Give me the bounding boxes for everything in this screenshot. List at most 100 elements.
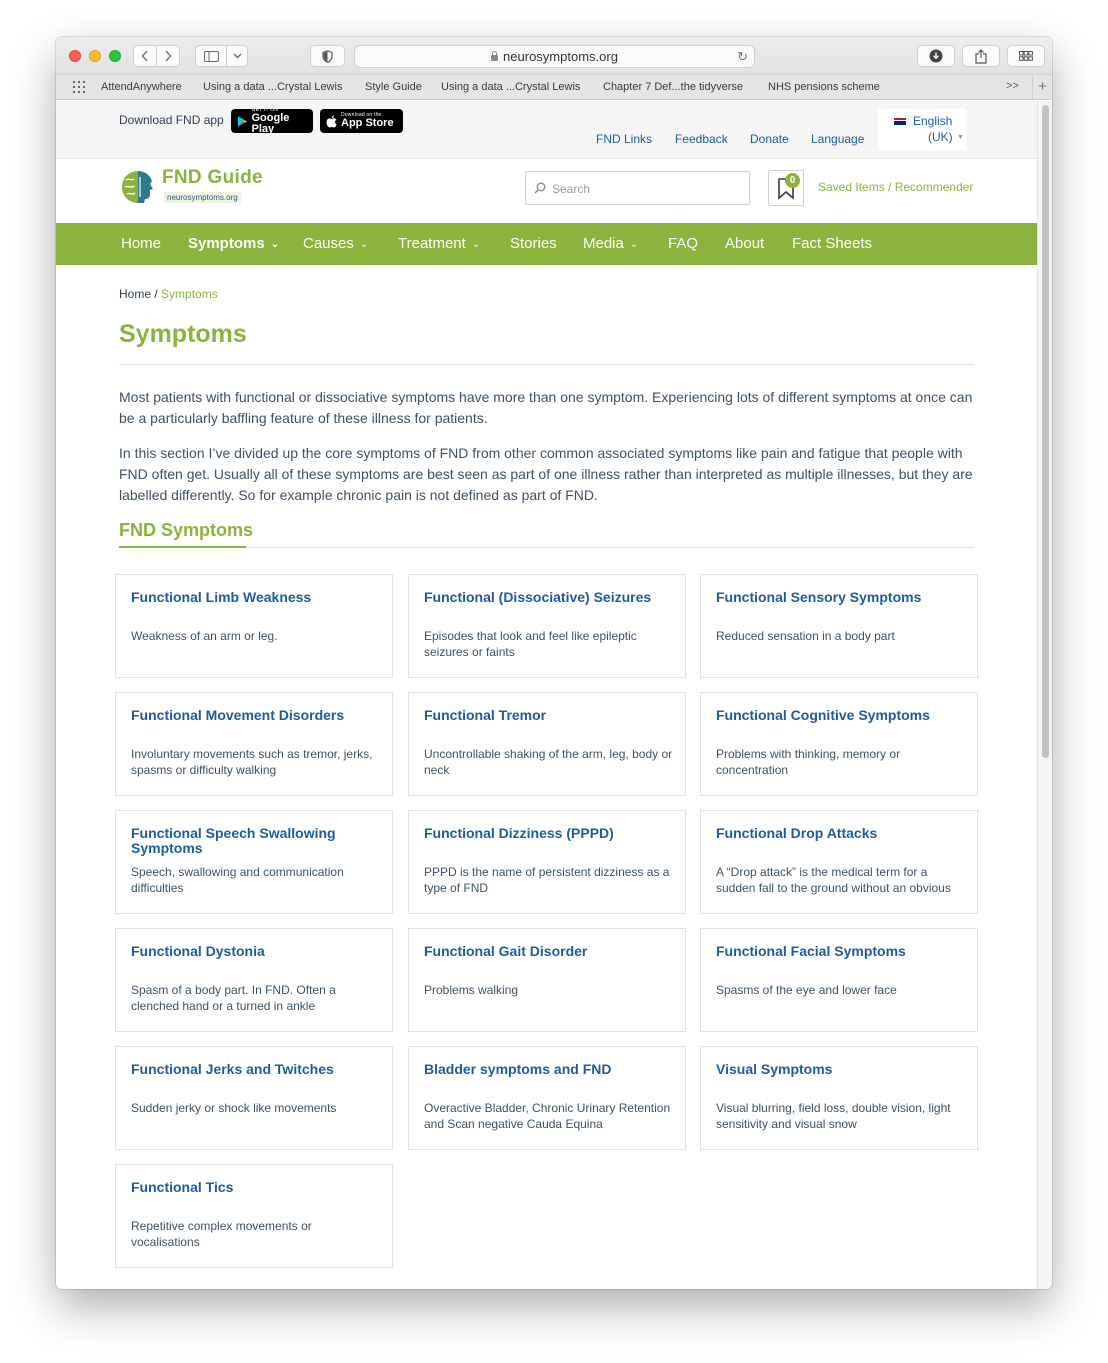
nav-stories[interactable]: Stories <box>510 235 557 252</box>
address-bar[interactable]: neurosymptoms.org ↻ <box>354 45 755 68</box>
bookmark-item[interactable]: NHS pensions scheme <box>768 81 880 93</box>
close-window-button[interactable] <box>69 50 81 62</box>
symptom-card-title[interactable]: Functional Drop Attacks <box>716 826 966 841</box>
symptom-card-title[interactable]: Functional (Dissociative) Seizures <box>424 590 674 605</box>
bookmark-item[interactable]: Chapter 7 Def...the tidyverse <box>603 81 743 93</box>
nav-media[interactable]: Media ⌄ <box>583 235 638 252</box>
symptom-card-title[interactable]: Functional Facial Symptoms <box>716 944 966 959</box>
section-title: FND Symptoms <box>119 520 254 540</box>
symptom-card-description: Problems walking <box>424 983 519 997</box>
symptom-card-title[interactable]: Functional Speech Swallowing Symptoms <box>131 826 381 856</box>
symptom-card[interactable]: Functional Facial Symptoms Spasms of the… <box>700 928 978 1032</box>
site-logo-title[interactable]: FND Guide <box>162 167 263 189</box>
nav-symptoms[interactable]: Symptoms ⌄ <box>188 235 279 252</box>
forward-button[interactable] <box>156 45 180 67</box>
apps-grid-icon[interactable] <box>73 81 87 93</box>
privacy-report-button[interactable] <box>310 45 345 67</box>
back-button[interactable] <box>133 45 157 67</box>
donate-link[interactable]: Donate <box>750 132 789 146</box>
bookmark-item[interactable]: Using a data ...Crystal Lewis <box>441 81 580 93</box>
symptom-card-title[interactable]: Functional Cognitive Symptoms <box>716 708 966 723</box>
tab-overview-button[interactable] <box>1007 45 1045 67</box>
symptom-card-title[interactable]: Functional Limb Weakness <box>131 590 381 605</box>
symptom-card-description: Spasms of the eye and lower face <box>716 983 897 997</box>
symptom-card[interactable]: Functional Movement Disorders Involuntar… <box>115 692 393 796</box>
nav-about[interactable]: About <box>725 235 764 252</box>
bookmark-item[interactable]: AttendAnywhere <box>101 81 182 93</box>
lock-icon <box>491 50 499 61</box>
symptom-card-title[interactable]: Functional Dizziness (PPPD) <box>424 826 674 841</box>
search-box <box>525 171 750 205</box>
fnd-links-link[interactable]: FND Links <box>596 132 652 146</box>
nav-causes[interactable]: Causes ⌄ <box>303 235 368 252</box>
new-tab-button[interactable]: + <box>1032 75 1052 100</box>
downloads-button[interactable] <box>917 45 955 67</box>
google-play-big-text: Google Play <box>251 111 290 135</box>
symptom-card[interactable]: Functional Speech Swallowing Symptoms Sp… <box>115 810 393 914</box>
symptom-card-title[interactable]: Functional Tics <box>131 1180 381 1195</box>
symptom-card[interactable]: Functional Cognitive Symptoms Problems w… <box>700 692 978 796</box>
maximize-window-button[interactable] <box>109 50 121 62</box>
chevron-down-icon: ⌄ <box>471 239 481 250</box>
brain-head-logo-icon[interactable] <box>119 168 157 206</box>
symptom-card-title[interactable]: Functional Dystonia <box>131 944 381 959</box>
feedback-link[interactable]: Feedback <box>675 132 728 146</box>
site-logo-subtitle: neurosymptoms.org <box>164 192 241 203</box>
web-page: Download FND app GET IT ON Google Play D… <box>56 101 1037 1289</box>
symptom-card[interactable]: Visual Symptoms Visual blurring, field l… <box>700 1046 978 1150</box>
symptom-card[interactable]: Functional Dystonia Spasm of a body part… <box>115 928 393 1032</box>
chevron-down-icon: ⌄ <box>629 239 639 250</box>
caret-down-icon: ▼ <box>957 134 964 141</box>
symptom-card-title[interactable]: Functional Sensory Symptoms <box>716 590 966 605</box>
symptom-card-description: Repetitive complex movements or vocalisa… <box>131 1219 312 1249</box>
symptom-card[interactable]: Functional Limb Weakness Weakness of an … <box>115 574 393 678</box>
symptom-card[interactable]: Functional Drop Attacks A “Drop attack” … <box>700 810 978 914</box>
symptom-card-description: A “Drop attack” is the medical term for … <box>716 865 951 895</box>
symptom-card[interactable]: Functional (Dissociative) Seizures Episo… <box>408 574 686 678</box>
symptom-card[interactable]: Functional Dizziness (PPPD) PPPD is the … <box>408 810 686 914</box>
symptom-card-title[interactable]: Bladder symptoms and FND <box>424 1062 674 1077</box>
minimize-window-button[interactable] <box>89 50 101 62</box>
saved-items-link[interactable]: Saved Items / Recommender <box>818 180 973 194</box>
language-name: English <box>913 114 953 128</box>
reload-icon[interactable]: ↻ <box>737 49 748 65</box>
page-scrollbar[interactable] <box>1037 101 1052 1289</box>
scrollbar-thumb[interactable] <box>1042 105 1049 758</box>
symptom-card-title[interactable]: Functional Jerks and Twitches <box>131 1062 381 1077</box>
symptom-card[interactable]: Functional Tics Repetitive complex movem… <box>115 1164 393 1268</box>
bookmark-item[interactable]: Using a data ...Crystal Lewis <box>203 81 342 93</box>
browser-window: neurosymptoms.org ↻ AttendAnywhere Using… <box>56 37 1052 1289</box>
site-header: FND Guide neurosymptoms.org 0 Saved Item… <box>56 159 1037 223</box>
breadcrumb-home-link[interactable]: Home <box>119 287 151 301</box>
sidebar-toggle-button[interactable] <box>195 45 227 67</box>
chevron-down-icon <box>233 53 241 59</box>
nav-home[interactable]: Home <box>121 235 161 252</box>
symptom-card-title[interactable]: Functional Gait Disorder <box>424 944 674 959</box>
symptom-card[interactable]: Functional Gait Disorder Problems walkin… <box>408 928 686 1032</box>
share-icon <box>975 48 987 64</box>
intro-paragraph-2: In this section I’ve divided up the core… <box>119 445 973 503</box>
title-bar: neurosymptoms.org ↻ <box>56 37 1052 75</box>
symptom-card-description: Involuntary movements such as tremor, je… <box>131 747 373 777</box>
app-store-badge[interactable]: Download on the App Store <box>320 109 403 133</box>
search-input[interactable] <box>552 179 742 199</box>
symptom-card[interactable]: Functional Tremor Uncontrollable shaking… <box>408 692 686 796</box>
language-select[interactable]: English (UK) ▼ <box>878 109 966 150</box>
symptom-card[interactable]: Functional Sensory Symptoms Reduced sens… <box>700 574 978 678</box>
nav-faq[interactable]: FAQ <box>668 235 698 252</box>
app-store-big-text: App Store <box>341 117 394 129</box>
shield-icon <box>322 49 333 63</box>
nav-fact-sheets[interactable]: Fact Sheets <box>792 235 872 252</box>
symptom-card-title[interactable]: Visual Symptoms <box>716 1062 966 1077</box>
chevron-down-icon: ⌄ <box>359 239 369 250</box>
share-button[interactable] <box>962 45 1000 67</box>
google-play-badge[interactable]: GET IT ON Google Play <box>231 107 313 135</box>
symptom-card[interactable]: Functional Jerks and Twitches Sudden jer… <box>115 1046 393 1150</box>
bookmark-item[interactable]: Style Guide <box>365 81 422 93</box>
symptom-card-title[interactable]: Functional Movement Disorders <box>131 708 381 723</box>
more-bookmarks-button[interactable]: >> <box>1006 80 1019 92</box>
symptom-card-title[interactable]: Functional Tremor <box>424 708 674 723</box>
symptom-card[interactable]: Bladder symptoms and FND Overactive Blad… <box>408 1046 686 1150</box>
nav-treatment[interactable]: Treatment ⌄ <box>398 235 480 252</box>
tab-menu-button[interactable] <box>226 45 248 67</box>
